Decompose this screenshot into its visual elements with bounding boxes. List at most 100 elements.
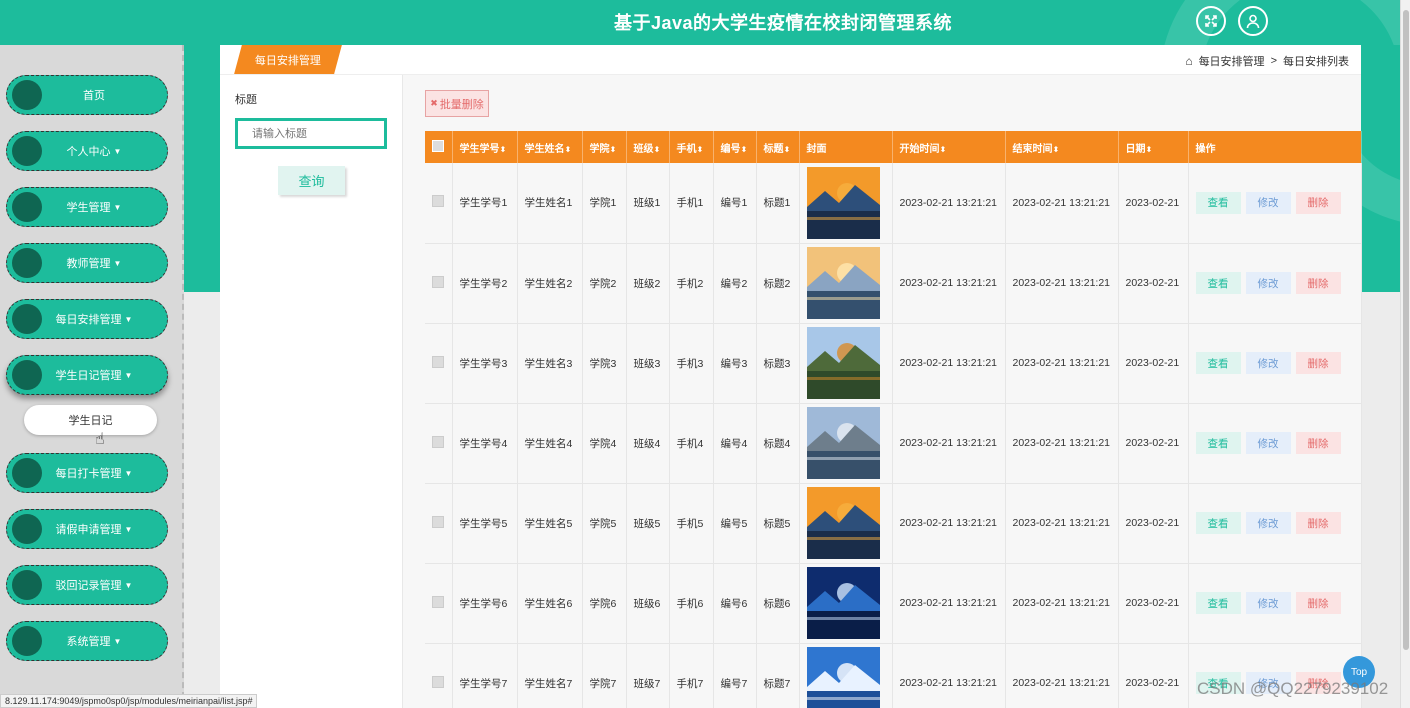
column-header[interactable]: 编号⬍: [713, 131, 757, 163]
home-icon[interactable]: ⌂: [1185, 54, 1192, 68]
sort-icon[interactable]: ⬍: [654, 145, 661, 154]
cell-class: 班级2: [626, 243, 670, 324]
sort-icon[interactable]: ⬍: [1146, 145, 1153, 154]
row-checkbox[interactable]: [432, 675, 444, 688]
delete-button[interactable]: 删除: [1295, 191, 1341, 214]
column-header[interactable]: 结束时间⬍: [1005, 131, 1119, 163]
panel-tab-label: 每日安排管理: [255, 54, 321, 67]
row-checkbox[interactable]: [432, 515, 444, 528]
column-header[interactable]: 开始时间⬍: [892, 131, 1006, 163]
select-all-checkbox[interactable]: [432, 139, 444, 152]
cell-end: 2023-02-21 13:21:21: [1005, 243, 1119, 324]
column-header[interactable]: 手机⬍: [669, 131, 714, 163]
sidebar-item-5[interactable]: 学生日记管理 ▼: [6, 355, 168, 395]
view-button[interactable]: 查看: [1195, 352, 1241, 374]
sort-icon[interactable]: ⬍: [565, 145, 572, 154]
cover-image[interactable]: [806, 407, 892, 479]
column-header[interactable]: 标题⬍: [756, 131, 800, 163]
submenu-item-student-diary[interactable]: 学生日记: [24, 405, 157, 435]
cover-image[interactable]: [806, 487, 892, 559]
cell-start: 2023-02-21 13:21:21: [892, 163, 1006, 244]
page-scrollbar[interactable]: [1400, 0, 1410, 708]
fullscreen-toggle-icon[interactable]: [1196, 6, 1226, 36]
row-select-cell: [425, 163, 453, 244]
sidebar-item-1[interactable]: 个人中心 ▼: [6, 131, 168, 171]
view-button[interactable]: 查看: [1195, 272, 1241, 294]
cell-class: 班级4: [626, 403, 670, 484]
edit-button[interactable]: 修改: [1245, 512, 1291, 534]
table-body: 学生学号1 学生姓名1 学院1 班级1 手机1 编号1 标题1 2023-02-21 13:2…: [425, 163, 1362, 708]
breadcrumb-level1[interactable]: 每日安排管理: [1199, 53, 1265, 69]
column-header-label: 日期: [1125, 143, 1146, 155]
sidebar-item-6[interactable]: 每日打卡管理 ▼: [6, 453, 168, 493]
cell-phone: 手机2: [669, 243, 714, 324]
column-header[interactable]: 班级⬍: [626, 131, 670, 163]
cell-student-no: 学生学号4: [452, 403, 518, 484]
sidebar-item-9[interactable]: 系统管理 ▼: [6, 621, 168, 661]
edit-button[interactable]: 修改: [1245, 272, 1291, 294]
caret-down-icon: ▼: [124, 580, 133, 590]
row-checkbox[interactable]: [432, 355, 444, 368]
batch-delete-button[interactable]: ✖ 批量删除: [425, 90, 489, 117]
sidebar-item-label: 驳回记录管理: [55, 580, 122, 592]
sort-icon[interactable]: ⬍: [610, 145, 617, 154]
edit-button[interactable]: 修改: [1245, 191, 1291, 214]
sort-icon[interactable]: ⬍: [784, 145, 791, 154]
cell-phone: 手机5: [669, 483, 714, 564]
row-checkbox[interactable]: [432, 275, 444, 288]
cell-cover: [799, 163, 893, 244]
column-header[interactable]: 学生学号⬍: [452, 131, 518, 163]
sidebar-item-3[interactable]: 教师管理 ▼: [6, 243, 168, 283]
caret-down-icon: ▼: [124, 314, 133, 324]
row-checkbox[interactable]: [432, 195, 444, 208]
delete-button[interactable]: 删除: [1295, 432, 1341, 454]
cell-end: 2023-02-21 13:21:21: [1005, 563, 1119, 644]
cover-image[interactable]: [806, 327, 892, 399]
cell-student-no: 学生学号6: [452, 563, 518, 644]
view-button[interactable]: 查看: [1195, 191, 1241, 214]
sort-icon[interactable]: ⬍: [697, 145, 704, 154]
sidebar-item-inner: 学生日记管理 ▼: [9, 358, 165, 392]
edit-button[interactable]: 修改: [1245, 592, 1291, 614]
column-header[interactable]: 学院⬍: [582, 131, 627, 163]
view-button[interactable]: 查看: [1195, 432, 1241, 454]
sort-icon[interactable]: ⬍: [1053, 145, 1060, 154]
view-button[interactable]: 查看: [1195, 592, 1241, 614]
edit-button[interactable]: 修改: [1245, 352, 1291, 374]
delete-button[interactable]: 删除: [1295, 592, 1341, 614]
cover-image[interactable]: [806, 166, 892, 239]
row-checkbox[interactable]: [432, 435, 444, 448]
cell-cover: [799, 323, 893, 404]
title-filter-label: 标题: [235, 94, 257, 106]
edit-button[interactable]: 修改: [1245, 432, 1291, 454]
sidebar-item-2[interactable]: 学生管理 ▼: [6, 187, 168, 227]
panel-tab[interactable]: 每日安排管理: [234, 45, 342, 74]
sidebar-item-0[interactable]: 首页: [6, 75, 168, 115]
sidebar-item-inner: 请假申请管理 ▼: [9, 512, 165, 546]
sort-icon[interactable]: ⬍: [741, 145, 748, 154]
sidebar-item-7[interactable]: 请假申请管理 ▼: [6, 509, 168, 549]
delete-button[interactable]: 删除: [1295, 512, 1341, 534]
row-checkbox[interactable]: [432, 595, 444, 608]
column-header[interactable]: 日期⬍: [1118, 131, 1189, 163]
mouse-cursor-icon: ☝: [95, 431, 105, 448]
sidebar-item-8[interactable]: 驳回记录管理 ▼: [6, 565, 168, 605]
title-search-input[interactable]: [235, 118, 387, 149]
cell-date: 2023-02-21: [1118, 403, 1189, 484]
view-button[interactable]: 查看: [1195, 512, 1241, 534]
user-avatar-icon[interactable]: [1238, 6, 1268, 36]
scrollbar-thumb[interactable]: [1403, 10, 1409, 650]
cover-image[interactable]: [806, 247, 892, 319]
cell-class: 班级3: [626, 323, 670, 404]
sidebar-item-4[interactable]: 每日安排管理 ▼: [6, 299, 168, 339]
delete-button[interactable]: 删除: [1295, 272, 1341, 294]
sort-icon[interactable]: ⬍: [500, 145, 507, 154]
delete-button[interactable]: 删除: [1295, 352, 1341, 374]
cell-actions: 查看 修改 删除: [1188, 563, 1362, 644]
query-button[interactable]: 查询: [278, 166, 345, 195]
column-header[interactable]: 学生姓名⬍: [517, 131, 583, 163]
cover-image[interactable]: [806, 647, 892, 708]
sort-icon[interactable]: ⬍: [940, 145, 947, 154]
cover-image[interactable]: [806, 567, 892, 639]
sidebar-item-dot-icon: [12, 570, 42, 600]
